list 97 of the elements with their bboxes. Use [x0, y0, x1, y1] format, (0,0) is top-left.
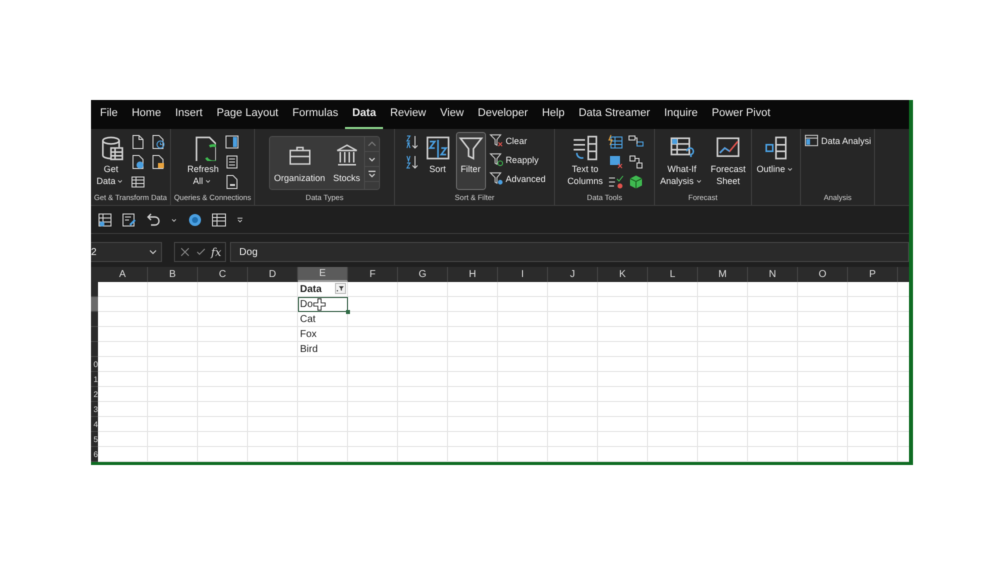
table-icon: [130, 174, 146, 190]
table-number-icon: [211, 212, 227, 228]
ribbon-tab[interactable]: File: [93, 103, 125, 130]
toolbar-button[interactable]: [150, 134, 166, 150]
toolbar-button[interactable]: [404, 154, 420, 170]
ribbon-tab[interactable]: Help: [534, 103, 572, 130]
checklist-icon: [608, 174, 624, 190]
document-icon: [130, 134, 146, 150]
cursor-icon: [312, 298, 326, 311]
ribbon-button[interactable]: Clear: [488, 132, 546, 150]
form-edit-icon: [121, 212, 137, 228]
toolbar-button[interactable]: [150, 154, 166, 170]
toolbar-button[interactable]: [608, 134, 624, 150]
ribbon-button[interactable]: Sort: [422, 132, 453, 178]
column-header[interactable]: E: [298, 267, 348, 282]
undo-icon: [145, 212, 161, 228]
ribbon-button[interactable]: Data Analysi: [804, 132, 872, 150]
filter-dropdown-icon: [336, 284, 345, 293]
formula-field[interactable]: Dog: [230, 242, 909, 262]
ribbon-tab[interactable]: Developer: [470, 103, 535, 130]
toolbar-button[interactable]: [224, 154, 240, 170]
toolbar-button[interactable]: [130, 154, 146, 170]
ribbon-tab[interactable]: View: [433, 103, 471, 130]
filter-dropdown-button[interactable]: [335, 283, 346, 294]
grid-flash-icon: [608, 134, 624, 150]
ribbon-button[interactable]: Filter: [456, 132, 486, 190]
row-header[interactable]: 2: [91, 387, 98, 402]
panel-icon: [224, 134, 240, 150]
funnel-x-icon: [488, 133, 504, 148]
funnel-gear-icon: [488, 171, 504, 186]
toolbar-button[interactable]: [97, 212, 113, 228]
toolbar-button[interactable]: [145, 212, 161, 228]
linked-boxes-icon: [628, 154, 644, 170]
toolbar-button[interactable]: [608, 154, 624, 170]
name-box[interactable]: 2: [91, 242, 162, 262]
ribbon-button[interactable]: Advanced: [488, 170, 546, 188]
row-header[interactable]: 6: [91, 447, 98, 462]
toolbar-button[interactable]: [235, 214, 245, 225]
row-header[interactable]: 1: [91, 372, 98, 387]
toolbar-button[interactable]: [211, 212, 227, 228]
ribbon-tab[interactable]: Review: [383, 103, 434, 130]
sort-ascending-icon: [404, 134, 420, 150]
ribbon-button[interactable]: Reapply: [488, 151, 546, 168]
globe-icon: [187, 212, 203, 228]
funnel-refresh-icon: [488, 152, 504, 168]
document-globe-icon: [130, 154, 146, 170]
ribbon-tab[interactable]: Home: [124, 103, 168, 130]
table-cell[interactable]: Fox: [298, 327, 348, 342]
row-header[interactable]: 4: [91, 417, 98, 432]
toolbar-button[interactable]: [130, 174, 146, 190]
ribbon-tab[interactable]: Page Layout: [210, 103, 286, 130]
funnel-icon: [458, 135, 484, 162]
ribbon-tab[interactable]: Formulas: [285, 103, 346, 130]
gallery-item[interactable]: Stocks: [329, 137, 364, 190]
toolbar-button[interactable]: [608, 174, 624, 190]
ribbon-tab[interactable]: Insert: [168, 103, 210, 130]
toolbar-button[interactable]: [121, 212, 137, 228]
insert-function-button[interactable]: fx: [211, 246, 222, 259]
sort-descending-icon: [404, 154, 420, 170]
toolbar-button[interactable]: [224, 174, 240, 190]
ribbon-button[interactable]: Get Data: [94, 132, 128, 190]
outline-icon: [762, 135, 789, 162]
ribbon-button[interactable]: Forecast Sheet: [708, 132, 748, 190]
caret-bar-icon: [235, 214, 245, 225]
gallery-item[interactable]: Organization: [270, 137, 330, 190]
row-header[interactable]: 3: [91, 402, 98, 417]
toolbar-button[interactable]: [130, 134, 146, 150]
document-clock-icon: [150, 134, 166, 150]
toolbar-button[interactable]: [187, 212, 203, 228]
table-x-icon: [608, 154, 624, 170]
toolbar-button[interactable]: [628, 154, 644, 170]
table-cell[interactable]: Cat: [298, 312, 348, 327]
analysis-window-icon: [804, 133, 820, 148]
ribbon-tab[interactable]: Inquire: [657, 103, 705, 130]
toolbar-button[interactable]: [628, 174, 644, 190]
document-link-icon: [224, 174, 240, 190]
ribbon-tab[interactable]: Data Streamer: [572, 103, 658, 130]
ribbon-button[interactable]: Outline: [754, 132, 798, 178]
ribbon-button[interactable]: Text to Columns: [565, 132, 605, 190]
close-icon: [179, 246, 191, 258]
toolbar-button[interactable]: [404, 134, 420, 150]
table-cell[interactable]: Data: [298, 282, 348, 297]
row-header[interactable]: 0: [91, 357, 98, 372]
row-header[interactable]: 5: [91, 432, 98, 447]
form-grid-icon: [97, 212, 113, 228]
ribbon-button[interactable]: Refresh All: [185, 132, 221, 190]
ribbon-button[interactable]: What-If Analysis: [658, 132, 706, 190]
table-cell[interactable]: Do: [298, 297, 348, 312]
columns-icon: [572, 135, 598, 162]
sort-icon: [424, 135, 451, 162]
toolbar-button[interactable]: [224, 134, 240, 150]
bank-icon: [334, 143, 359, 168]
table-cell[interactable]: Bird: [298, 342, 348, 357]
document-lock-icon: [150, 154, 166, 170]
cube-icon: [628, 174, 644, 190]
ribbon-tab[interactable]: Power Pivot: [704, 103, 778, 130]
list-icon: [224, 154, 240, 170]
